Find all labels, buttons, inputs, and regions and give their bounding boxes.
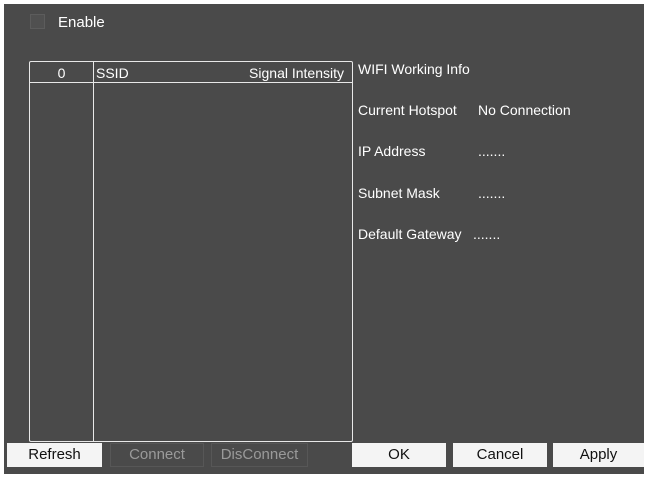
refresh-button[interactable]: Refresh bbox=[7, 443, 102, 467]
wifi-working-info-title: WIFI Working Info bbox=[358, 61, 470, 77]
wifi-list[interactable]: 0 SSID Signal Intensity bbox=[29, 61, 353, 442]
column-divider bbox=[93, 62, 94, 441]
column-header-ssid[interactable]: SSID bbox=[96, 65, 129, 81]
ok-button[interactable]: OK bbox=[352, 443, 446, 467]
disconnect-button[interactable]: DisConnect bbox=[211, 443, 308, 467]
apply-button[interactable]: Apply bbox=[553, 443, 644, 467]
subnet-mask-label: Subnet Mask bbox=[358, 185, 440, 201]
connect-button[interactable]: Connect bbox=[110, 443, 204, 467]
current-hotspot-label: Current Hotspot bbox=[358, 102, 457, 118]
subnet-mask-value: ....... bbox=[478, 185, 506, 201]
column-header-signal-intensity[interactable]: Signal Intensity bbox=[249, 65, 344, 81]
enable-label: Enable bbox=[58, 14, 105, 31]
cancel-button[interactable]: Cancel bbox=[453, 443, 547, 467]
wifi-settings-panel: Enable 0 SSID Signal Intensity WIFI Work… bbox=[4, 4, 644, 474]
ip-address-label: IP Address bbox=[358, 143, 426, 159]
current-hotspot-value: No Connection bbox=[478, 102, 571, 118]
default-gateway-label: Default Gateway bbox=[358, 226, 462, 242]
default-gateway-value: ....... bbox=[473, 226, 501, 242]
enable-checkbox[interactable] bbox=[30, 14, 45, 29]
ip-address-value: ....... bbox=[478, 143, 506, 159]
column-header-index[interactable]: 0 bbox=[30, 65, 93, 81]
header-divider bbox=[30, 82, 352, 83]
